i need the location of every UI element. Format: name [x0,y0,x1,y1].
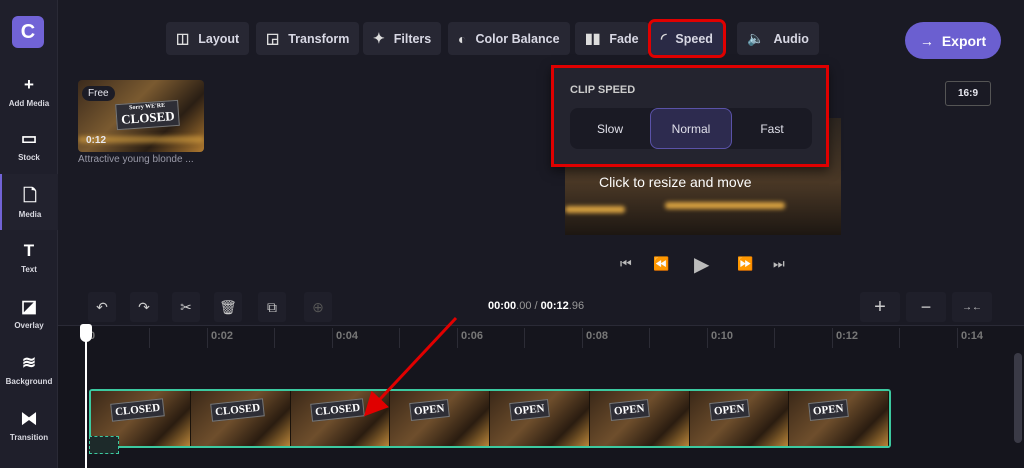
annotation-arrow [363,316,458,417]
